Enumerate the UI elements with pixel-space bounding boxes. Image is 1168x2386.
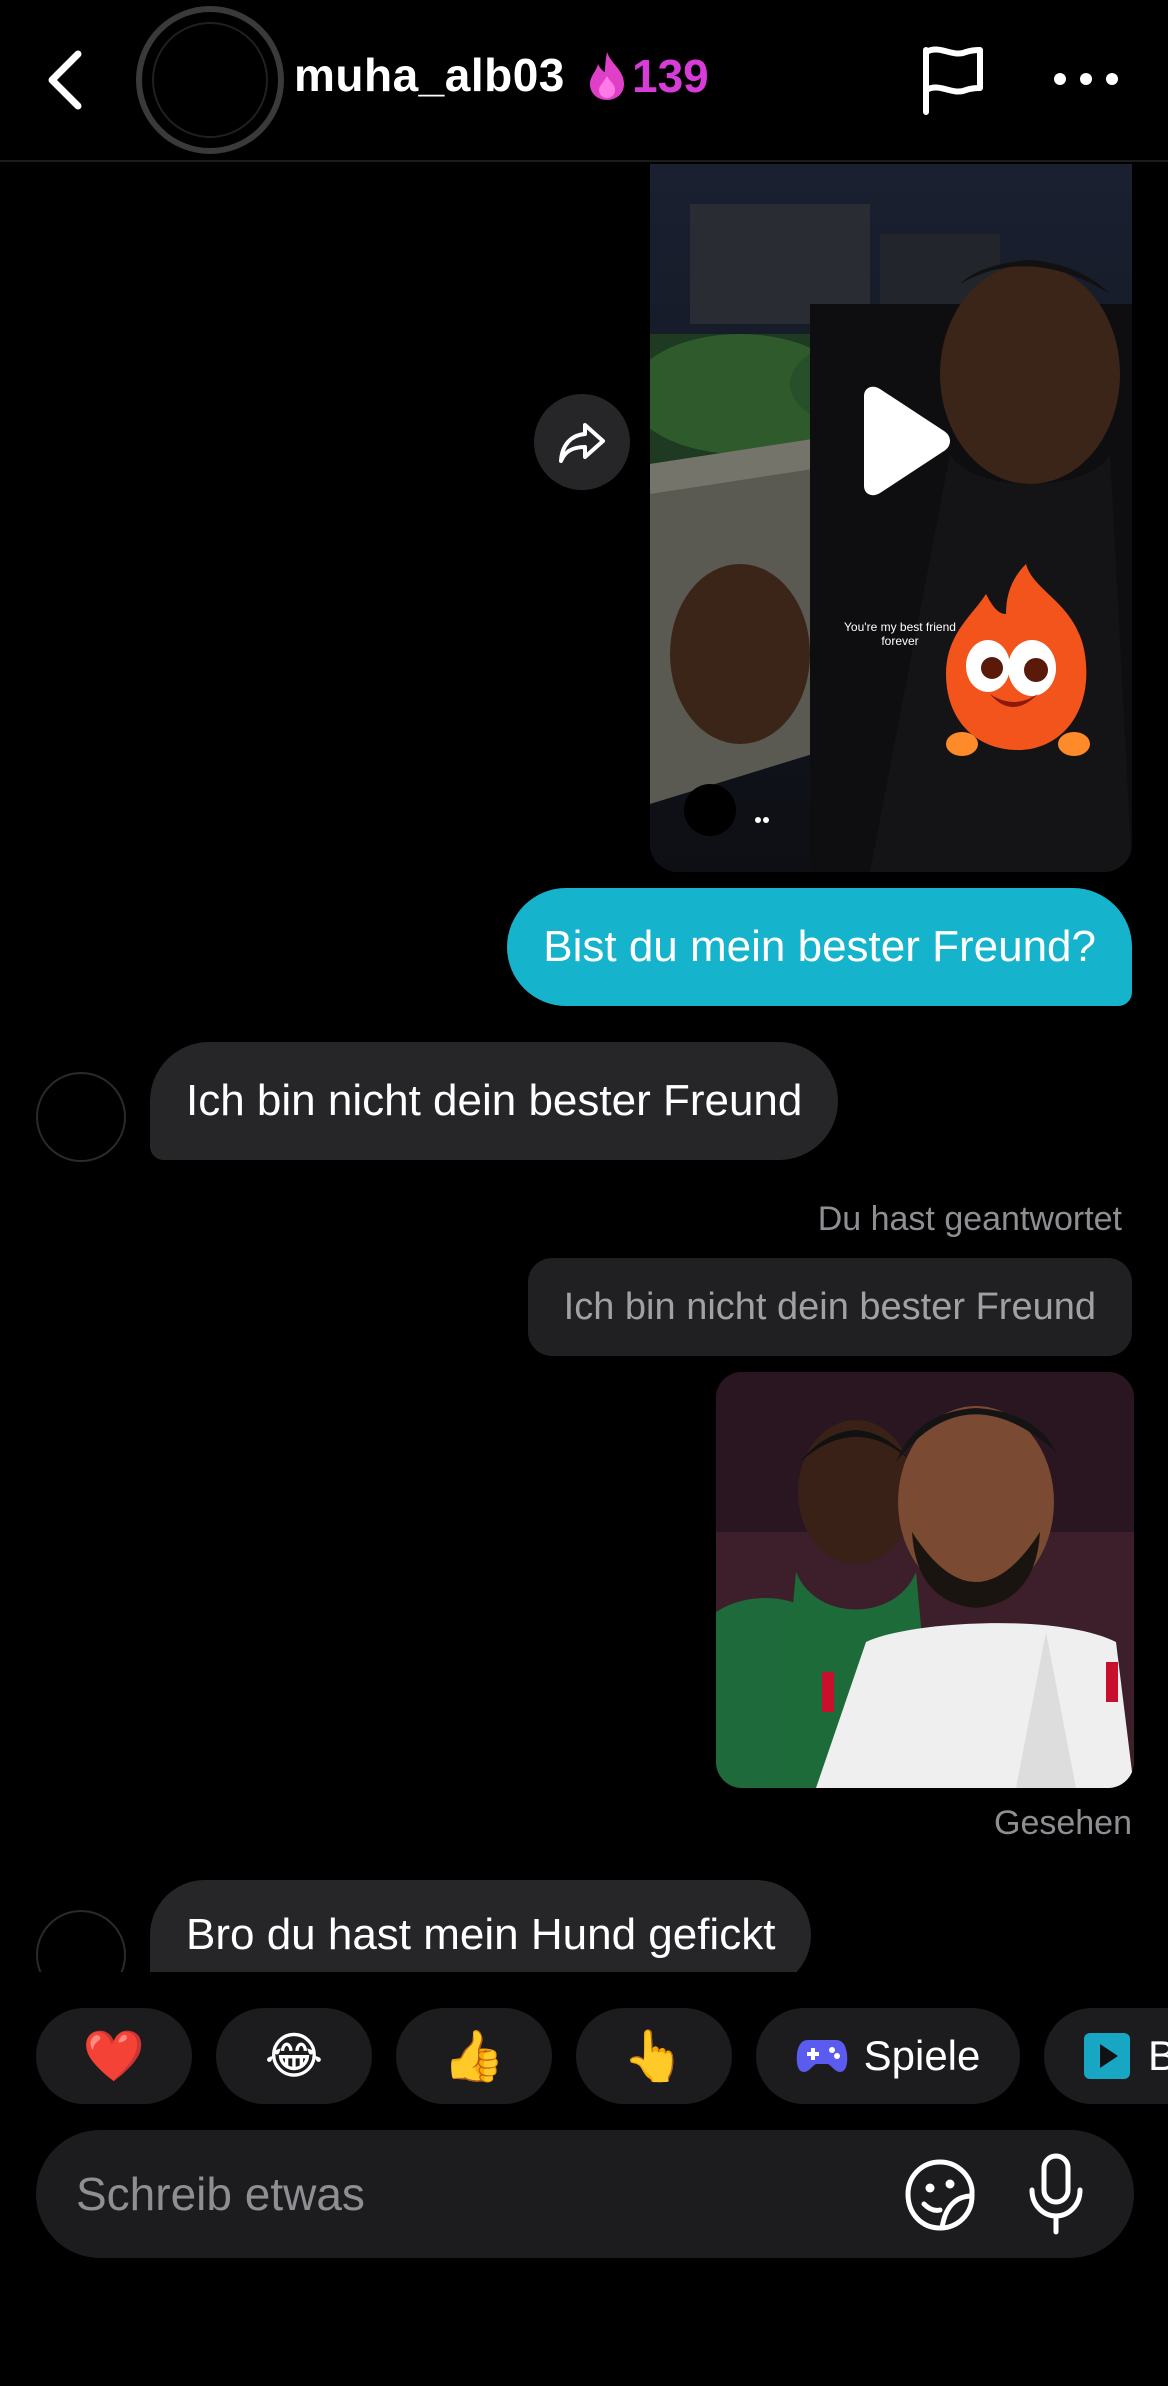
games-label: Spiele: [863, 2032, 981, 2079]
video-caption: You're my best friend forever: [844, 620, 956, 648]
image-message[interactable]: [716, 1372, 1134, 1788]
avatar[interactable]: [136, 6, 284, 154]
games-button[interactable]: Spiele: [756, 2008, 1020, 2104]
quoted-message[interactable]: Ich bin nicht dein bester Freund: [527, 1258, 1132, 1356]
reaction-point-up-button[interactable]: 👆: [576, 2008, 732, 2104]
message-composer: [36, 2130, 1134, 2258]
more-horizontal-icon: [1054, 73, 1118, 85]
flag-icon: [923, 46, 983, 115]
seen-status: Gesehen: [994, 1804, 1132, 1842]
video-thumbnail: [650, 164, 1132, 872]
play-icon: [864, 386, 950, 496]
sticker-button[interactable]: [902, 2156, 978, 2232]
play-square-icon: [1084, 2033, 1130, 2079]
quick-reactions-bar: ❤️ 😂 👍 👆 Spiele B: [0, 2008, 1168, 2106]
contact-avatar[interactable]: [36, 1910, 126, 1972]
sticker-icon: [905, 2159, 975, 2231]
gamepad-icon: [796, 2040, 847, 2072]
share-forward-icon: [559, 423, 605, 463]
share-button[interactable]: [534, 394, 630, 490]
username[interactable]: muha_alb03: [294, 48, 565, 102]
flame-icon: [590, 52, 624, 100]
microphone-icon: [1029, 2153, 1083, 2235]
message-input[interactable]: [76, 2130, 876, 2258]
play-button[interactable]: [850, 386, 954, 496]
message-outgoing[interactable]: Bist du mein bester Freund?: [507, 888, 1132, 1006]
back-button[interactable]: [36, 40, 96, 120]
more-quick-button[interactable]: B: [1044, 2008, 1168, 2104]
reaction-laugh-button[interactable]: 😂: [216, 2008, 372, 2104]
more-quick-label: B: [1148, 2032, 1168, 2079]
more-options-button[interactable]: [1052, 64, 1120, 94]
message-list[interactable]: You're my best friend forever Bist du me…: [0, 164, 1168, 1972]
reaction-thumbs-up-button[interactable]: 👍: [396, 2008, 552, 2104]
video-message[interactable]: You're my best friend forever: [650, 164, 1132, 872]
streak-count: 139: [632, 50, 709, 102]
chat-header: muha_alb03 139: [0, 0, 1168, 162]
reaction-heart-button[interactable]: ❤️: [36, 2008, 192, 2104]
image-thumbnail: [716, 1372, 1134, 1788]
reply-label: Du hast geantwortet: [817, 1200, 1122, 1238]
contact-avatar[interactable]: [36, 1072, 126, 1162]
microphone-button[interactable]: [1024, 2152, 1088, 2236]
message-incoming[interactable]: Ich bin nicht dein bester Freund: [150, 1042, 839, 1160]
chevron-left-icon: [48, 50, 82, 110]
message-incoming[interactable]: Bro du hast mein Hund gefickt: [150, 1880, 812, 1972]
streak-badge: 139: [586, 46, 709, 106]
report-flag-button[interactable]: [918, 44, 988, 116]
